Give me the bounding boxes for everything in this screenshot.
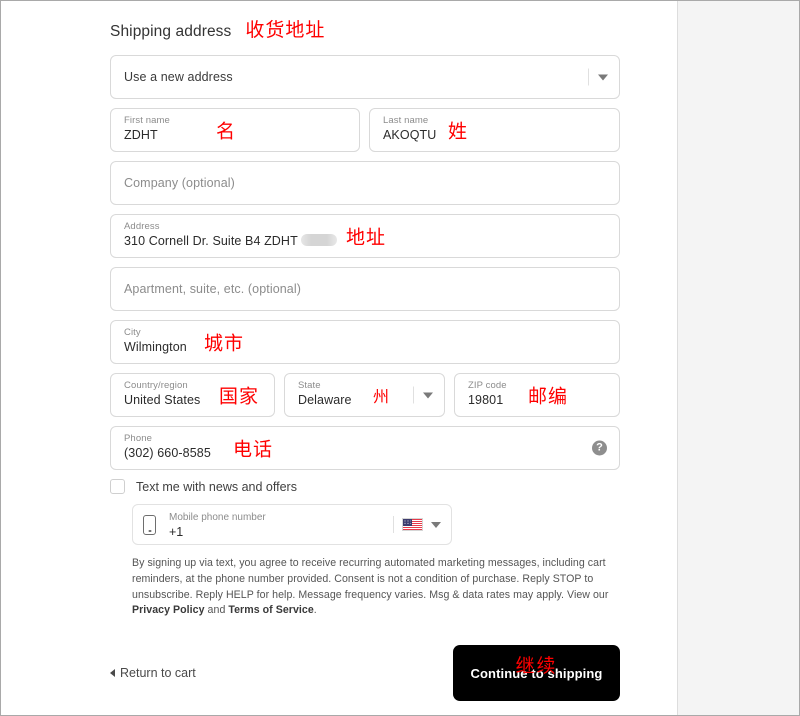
last-name-field[interactable]: Last name AKOQTU 姓 — [369, 108, 620, 152]
return-to-cart-link[interactable]: Return to cart — [110, 666, 196, 680]
form-footer: Return to cart 继续 Continue to shipping — [110, 645, 620, 702]
first-name-field[interactable]: First name ZDHT 名 — [110, 108, 360, 152]
annotation-last-name-cn: 姓 — [448, 120, 469, 143]
last-name-label: Last name — [383, 115, 429, 126]
annotation-shipping-address-cn: 收货地址 — [245, 19, 326, 41]
city-label: City — [124, 327, 141, 338]
terms-of-service-link[interactable]: Terms of Service — [228, 604, 313, 616]
chevron-down-icon[interactable] — [588, 68, 608, 86]
saved-address-select-value: Use a new address — [124, 70, 233, 84]
chevron-down-icon[interactable] — [413, 386, 433, 404]
state-value: Delaware — [298, 393, 352, 407]
sms-optin-checkbox[interactable] — [110, 479, 125, 494]
sms-legal-text: By signing up via text, you agree to rec… — [132, 556, 610, 619]
chevron-left-icon — [110, 669, 115, 678]
name-row: First name ZDHT 名 Last name AKOQTU 姓 — [110, 108, 620, 161]
location-row: Country/region United States 国家 State De… — [110, 373, 620, 426]
separator — [393, 516, 394, 533]
company-placeholder: Company (optional) — [124, 176, 235, 190]
address-field[interactable]: Address 310 Cornell Dr. Suite B4 ZDHT 地址 — [110, 214, 620, 258]
return-to-cart-label: Return to cart — [120, 666, 196, 681]
saved-address-select[interactable]: Use a new address — [110, 55, 620, 99]
checkout-page: Shipping address 收货地址 Use a new address … — [1, 1, 799, 715]
chevron-down-icon[interactable] — [431, 521, 441, 528]
sms-optin-row[interactable]: Text me with news and offers — [110, 479, 620, 494]
sms-block: Mobile phone number +1 By signing up via… — [110, 504, 620, 619]
company-field[interactable]: Company (optional) — [110, 161, 620, 205]
first-name-label: First name — [124, 115, 170, 126]
annotation-state-cn: 州 — [373, 387, 391, 406]
annotation-city-cn: 城市 — [204, 332, 245, 355]
flag-canton — [403, 519, 412, 526]
country-field[interactable]: Country/region United States 国家 — [110, 373, 275, 417]
legal-paragraph-1: By signing up via text, you agree to rec… — [132, 557, 609, 601]
continue-to-shipping-button[interactable]: 继续 Continue to shipping — [453, 645, 620, 702]
address-value: 310 Cornell Dr. Suite B4 ZDHT — [124, 234, 298, 248]
mobile-phone-value: +1 — [169, 525, 184, 539]
zip-field[interactable]: ZIP code 19801 邮编 — [454, 373, 620, 417]
annotation-country-cn: 国家 — [219, 385, 260, 408]
address-label: Address — [124, 221, 160, 232]
annotation-continue-cn: 继续 — [515, 655, 558, 678]
city-value: Wilmington — [124, 340, 187, 354]
separator — [588, 68, 589, 86]
chevron-down-glyph — [423, 392, 433, 398]
city-field[interactable]: City Wilmington 城市 — [110, 320, 620, 364]
mobile-phone-label: Mobile phone number — [169, 512, 266, 523]
legal-conjunction: and — [204, 604, 229, 617]
annotation-address-cn: 地址 — [346, 226, 387, 249]
first-name-value: ZDHT — [124, 128, 158, 142]
order-summary-panel — [677, 1, 799, 715]
zip-label: ZIP code — [468, 380, 507, 391]
mobile-phone-field[interactable]: Mobile phone number +1 — [132, 504, 452, 545]
phone-label: Phone — [124, 433, 152, 444]
annotation-phone-cn: 电话 — [233, 438, 274, 461]
country-code-selector[interactable] — [393, 516, 441, 533]
us-flag-icon — [402, 518, 423, 531]
shipping-form-column: Shipping address 收货地址 Use a new address … — [1, 1, 677, 715]
phone-value: (302) 660-8585 — [124, 446, 211, 460]
last-name-value: AKOQTU — [383, 128, 437, 142]
annotation-zip-cn: 邮编 — [528, 385, 569, 408]
country-label: Country/region — [124, 380, 188, 391]
phone-field[interactable]: Phone (302) 660-8585 电话 ? — [110, 426, 620, 470]
help-circle-icon[interactable]: ? — [592, 440, 607, 456]
separator — [413, 386, 414, 404]
page-title: Shipping address — [110, 23, 232, 40]
section-header: Shipping address 收货地址 — [110, 1, 620, 55]
apartment-field[interactable]: Apartment, suite, etc. (optional) — [110, 267, 620, 311]
state-field[interactable]: State Delaware 州 — [284, 373, 445, 417]
privacy-policy-link[interactable]: Privacy Policy — [132, 604, 205, 616]
annotation-first-name-cn: 名 — [216, 120, 237, 143]
chevron-down-glyph — [598, 74, 608, 80]
address-redaction-block — [300, 234, 337, 246]
state-label: State — [298, 380, 321, 391]
mobile-phone-icon — [143, 514, 156, 535]
country-value: United States — [124, 393, 201, 407]
address-value-wrap: 310 Cornell Dr. Suite B4 ZDHT — [124, 234, 337, 248]
zip-value: 19801 — [468, 393, 504, 407]
mobile-phone-text: Mobile phone number +1 — [169, 505, 393, 544]
sms-optin-label: Text me with news and offers — [136, 479, 297, 494]
legal-period: . — [313, 604, 317, 617]
apartment-placeholder: Apartment, suite, etc. (optional) — [124, 282, 301, 296]
